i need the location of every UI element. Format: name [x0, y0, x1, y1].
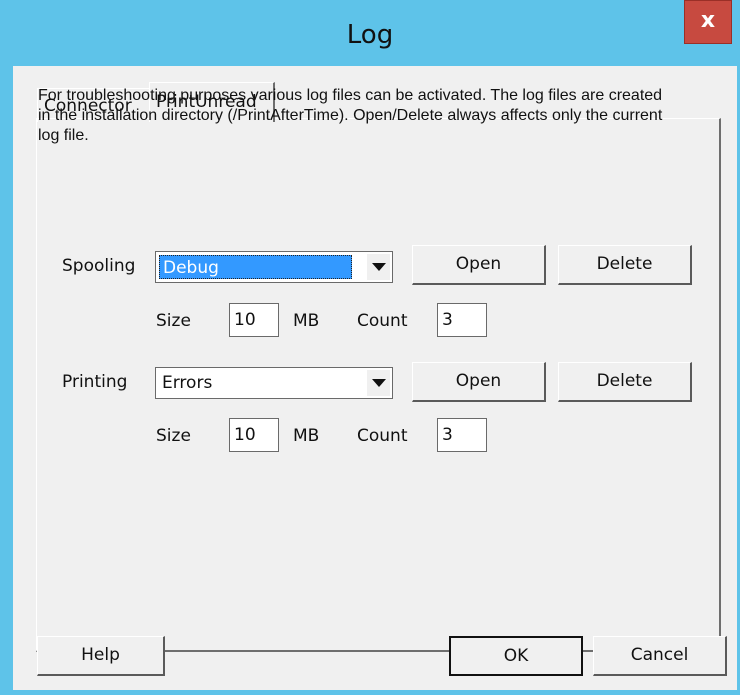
ok-button[interactable]: OK — [449, 636, 583, 676]
chevron-down-icon — [372, 263, 386, 271]
spooling-size-label: Size — [156, 311, 191, 331]
printing-dropdown-button[interactable] — [366, 370, 390, 396]
title-bar[interactable]: Log x — [0, 0, 740, 70]
spooling-dropdown-button[interactable] — [366, 254, 390, 280]
printing-label: Printing — [62, 372, 128, 392]
printing-size-input[interactable]: 10 — [229, 418, 279, 452]
printing-size-label: Size — [156, 426, 191, 446]
close-button[interactable]: x — [684, 0, 732, 44]
printing-level-select[interactable]: Errors — [155, 367, 393, 399]
help-button[interactable]: Help — [37, 636, 165, 676]
log-dialog-window: Log x Connector PrintUnread For troubles… — [0, 0, 740, 695]
spooling-level-value: Debug — [159, 255, 352, 279]
spooling-count-label: Count — [357, 311, 408, 331]
cancel-button[interactable]: Cancel — [593, 636, 727, 676]
spooling-label: Spooling — [62, 256, 136, 276]
printing-size-unit: MB — [293, 426, 320, 446]
chevron-down-icon — [372, 379, 386, 387]
printing-delete-button[interactable]: Delete — [558, 362, 692, 402]
printing-open-button[interactable]: Open — [412, 362, 546, 402]
window-title: Log — [346, 20, 394, 50]
description-text: For troubleshooting purposes various log… — [38, 87, 663, 144]
close-icon: x — [700, 8, 716, 33]
spooling-count-input[interactable]: 3 — [437, 303, 487, 337]
printing-level-value: Errors — [162, 373, 213, 393]
spooling-open-button[interactable]: Open — [412, 245, 546, 285]
spooling-level-select[interactable]: Debug — [155, 251, 393, 283]
spooling-size-input[interactable]: 10 — [229, 303, 279, 337]
spooling-delete-button[interactable]: Delete — [558, 245, 692, 285]
printing-count-input[interactable]: 3 — [437, 418, 487, 452]
printing-count-label: Count — [357, 426, 408, 446]
spooling-size-unit: MB — [293, 311, 320, 331]
